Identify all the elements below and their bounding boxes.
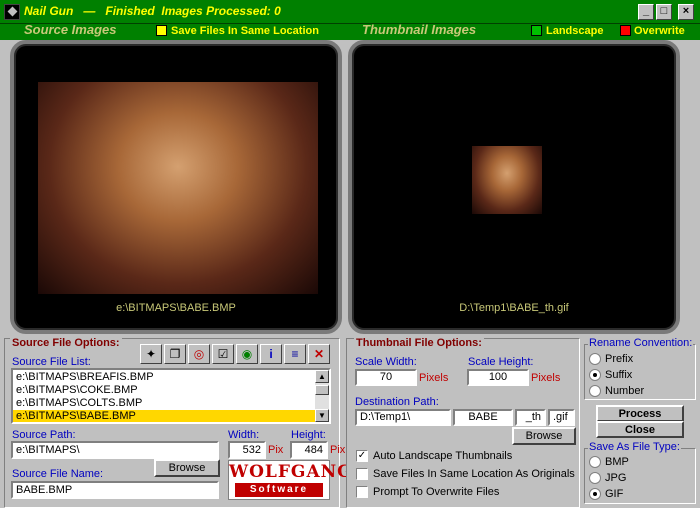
scale-height-label: Scale Height: xyxy=(468,356,534,368)
scale-height-unit: Pixels xyxy=(531,372,561,384)
thumbnail-screen xyxy=(368,56,660,316)
source-images-label: Source Images xyxy=(24,22,117,37)
info-icon[interactable]: i xyxy=(260,344,282,364)
select-icon[interactable]: ☑ xyxy=(212,344,234,364)
overwrite-label: Overwrite xyxy=(634,25,685,37)
source-file-caption: e:\BITMAPS\BABE.BMP xyxy=(116,302,236,314)
file-type-title: Save As File Type: xyxy=(588,441,681,453)
thumbnail-images-label: Thumbnail Images xyxy=(362,22,477,37)
status-text: Finished Images Processed: 0 xyxy=(105,4,281,18)
process-button[interactable]: Process xyxy=(596,405,684,422)
title-separator: — xyxy=(83,4,96,18)
list-item[interactable]: e:\BITMAPS\BREAFIS.BMP xyxy=(13,371,315,384)
prompt-overwrite-checkbox[interactable] xyxy=(356,486,368,498)
thumbnail-image-viewer: D:\Temp1\BABE_th.gif xyxy=(348,40,680,334)
source-options-title: Source File Options: xyxy=(10,337,122,349)
source-path-field[interactable]: e:\BITMAPS\ xyxy=(11,441,219,459)
source-file-list-label: Source File List: xyxy=(12,356,91,368)
auto-landscape-checkbox[interactable]: ✓ xyxy=(356,450,368,462)
thumbnail-image xyxy=(472,146,542,214)
logo-top-text: WOLFGANG xyxy=(229,462,353,482)
scale-height-field[interactable]: 100 xyxy=(467,369,529,386)
same-location-originals-checkbox[interactable] xyxy=(356,468,368,480)
number-label: Number xyxy=(605,385,645,397)
source-file-name-field[interactable]: BABE.BMP xyxy=(11,481,219,499)
rename-convention-title: Rename Convention: xyxy=(588,337,694,349)
scroll-up-arrow-icon[interactable]: ▲ xyxy=(315,370,329,383)
same-location-indicator[interactable] xyxy=(156,25,167,36)
gif-radio[interactable] xyxy=(589,488,601,500)
source-image-viewer: e:\BITMAPS\BABE.BMP xyxy=(10,40,342,334)
list-item[interactable]: e:\BITMAPS\COKE.BMP xyxy=(13,384,315,397)
number-radio[interactable] xyxy=(589,385,601,397)
destination-browse-button[interactable]: Browse xyxy=(512,427,576,445)
prompt-overwrite-label: Prompt To Overwrite Files xyxy=(373,486,500,498)
thumbnail-file-caption: D:\Temp1\BABE_th.gif xyxy=(459,302,569,314)
scroll-down-arrow-icon[interactable]: ▼ xyxy=(315,409,329,422)
list-scrollbar[interactable]: ▲ ▼ xyxy=(315,370,329,422)
source-path-label: Source Path: xyxy=(12,429,76,441)
jpg-label: JPG xyxy=(605,472,627,484)
destination-name-field[interactable]: BABE xyxy=(453,409,513,426)
scale-width-unit: Pixels xyxy=(419,372,449,384)
app-name: Nail Gun xyxy=(24,4,74,18)
wolfgang-software-logo: WOLFGANG Software xyxy=(228,460,353,500)
destination-path-field[interactable]: D:\Temp1\ xyxy=(355,409,451,426)
target-icon[interactable]: ◎ xyxy=(188,344,210,364)
same-location-label: Save Files In Same Location xyxy=(171,25,319,37)
list-item[interactable]: e:\BITMAPS\COLTS.BMP xyxy=(13,397,315,410)
close-window-button[interactable]: × xyxy=(678,4,694,20)
prefix-radio[interactable] xyxy=(589,353,601,365)
suffix-radio[interactable] xyxy=(589,369,601,381)
list-icon[interactable]: ≡ xyxy=(284,344,306,364)
suffix-label: Suffix xyxy=(605,369,633,381)
width-field[interactable]: 532 xyxy=(228,441,266,459)
bmp-radio[interactable] xyxy=(589,456,601,468)
nail-gun-app-icon[interactable] xyxy=(4,4,20,20)
scroll-thumb[interactable] xyxy=(315,385,329,395)
scale-width-field[interactable]: 70 xyxy=(355,369,417,386)
source-screen xyxy=(30,56,322,316)
width-label: Width: xyxy=(228,429,260,441)
wand-icon[interactable]: ✦ xyxy=(140,344,162,364)
list-item-selected[interactable]: e:\BITMAPS\BABE.BMP xyxy=(13,410,315,422)
height-label: Height: xyxy=(291,429,326,441)
overwrite-indicator[interactable] xyxy=(620,25,631,36)
close-button[interactable]: Close xyxy=(596,421,684,438)
height-field[interactable]: 484 xyxy=(290,441,328,459)
minimize-button[interactable]: _ xyxy=(638,4,654,20)
landscape-indicator[interactable] xyxy=(531,25,542,36)
globe-icon[interactable]: ◉ xyxy=(236,344,258,364)
jpg-radio[interactable] xyxy=(589,472,601,484)
auto-landscape-label: Auto Landscape Thumbnails xyxy=(373,450,513,462)
destination-suffix-field[interactable]: _th xyxy=(515,409,546,426)
source-browse-button[interactable]: Browse xyxy=(154,459,220,477)
source-file-list[interactable]: e:\BITMAPS\BREAFIS.BMP e:\BITMAPS\COKE.B… xyxy=(11,368,331,424)
destination-extension-field[interactable]: .gif xyxy=(548,409,575,426)
window-title: Nail Gun — Finished Images Processed: 0 xyxy=(24,4,281,18)
source-file-name-label: Source File Name: xyxy=(12,468,104,480)
scale-width-label: Scale Width: xyxy=(355,356,417,368)
thumbnail-options-title: Thumbnail File Options: xyxy=(354,337,484,349)
destination-path-label: Destination Path: xyxy=(355,396,439,408)
width-pix-unit: Pix xyxy=(268,444,284,456)
same-location-originals-label: Save Files In Same Location As Originals xyxy=(373,468,575,480)
copy-icon[interactable]: ❐ xyxy=(164,344,186,364)
delete-icon[interactable]: ✕ xyxy=(308,344,330,364)
logo-bottom-text: Software xyxy=(235,483,323,497)
source-image xyxy=(38,82,318,294)
prefix-label: Prefix xyxy=(605,353,634,365)
gif-label: GIF xyxy=(605,488,624,500)
landscape-label: Landscape xyxy=(546,25,604,37)
height-pix-unit: Pix xyxy=(330,444,346,456)
maximize-button[interactable]: □ xyxy=(656,4,672,20)
bmp-label: BMP xyxy=(605,456,629,468)
